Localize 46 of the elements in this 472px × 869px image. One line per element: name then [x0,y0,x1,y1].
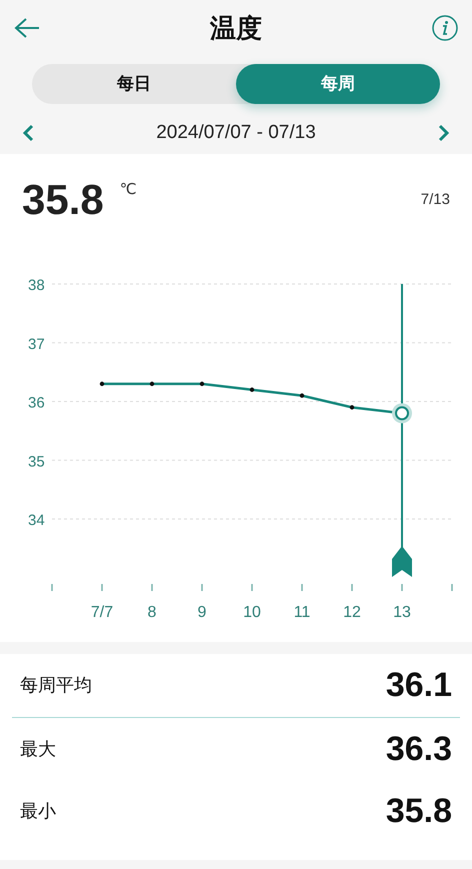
axis-tick [401,584,403,591]
stat-value: 35.8 [386,790,452,832]
y-axis-label: 34 [28,512,45,529]
x-axis-label: 9 [198,604,206,621]
axis-tick [351,584,353,591]
data-point [250,388,254,392]
selection-cursor[interactable] [392,284,412,577]
unit-label: ℃ [120,180,137,200]
stat-value: 36.3 [386,728,452,770]
axis-tick [51,584,53,591]
axis-tick [151,584,153,591]
y-axis-label: 35 [28,453,45,470]
page-title: 温度 [210,12,262,44]
axis-tick [201,584,203,591]
stat-label: 最小 [20,800,56,822]
back-icon[interactable] [14,17,40,39]
previous-icon[interactable] [22,124,34,142]
x-axis-label: 10 [243,604,261,621]
selected-point [392,403,412,424]
y-axis-label: 38 [28,277,45,294]
data-point [350,405,354,410]
y-axis-label: 37 [28,336,45,353]
selected-date: 7/13 [420,190,450,210]
y-axis-label: 36 [28,394,45,412]
axis-tick [251,584,253,591]
data-point [150,382,154,386]
data-point [200,382,204,386]
data-point [100,382,104,386]
x-axis-label: 12 [343,604,361,621]
axis-tick [451,584,453,591]
data-point [300,393,304,398]
x-axis-label: 11 [294,604,310,621]
info-icon[interactable] [432,15,458,41]
axis-tick [101,584,103,591]
axis-tick [301,584,303,591]
stat-label: 最大 [20,738,56,760]
x-axis-label: 13 [393,604,411,621]
date-range: 2024/07/07 - 07/13 [156,120,316,145]
x-axis-label: 7/7 [90,604,114,621]
x-axis-label: 8 [148,604,156,621]
segment-tab[interactable]: 每周 [236,64,440,104]
next-icon[interactable] [438,124,450,142]
stat-value: 36.1 [386,665,452,706]
temperature-value: 35.8 [22,179,104,221]
segment-tab[interactable]: 每日 [32,64,236,104]
stat-label: 每周平均 [20,674,92,697]
